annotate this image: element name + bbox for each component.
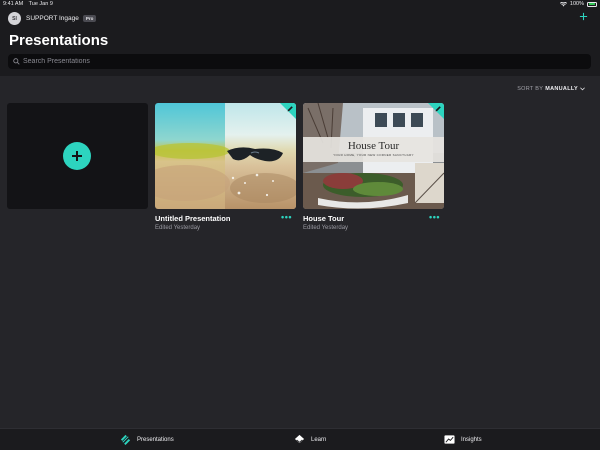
status-date: Tue Jan 9 [28,1,53,7]
chevron-down-icon [580,87,585,91]
sort-label: SORT BY [517,86,544,92]
status-time: 9:41 AM [3,1,24,7]
tab-label: Presentations [137,436,174,443]
plus-icon [579,12,587,21]
avatar: SI [8,12,21,25]
tab-presentations[interactable]: Presentations [120,434,174,445]
plan-badge: Pro [82,14,97,23]
pencil-icon[interactable] [286,105,294,113]
presentation-edited: Edited Yesterday [155,225,201,231]
sort-control[interactable]: SORT BY MANUALLY [517,86,585,92]
slide-subtitle: YOUR HOME, YOUR NEW CORNER SANCTUARY [333,153,414,157]
battery-icon [587,1,597,7]
battery-percent: 100% [569,1,584,7]
tab-learn[interactable]: Learn [294,434,326,445]
account-switcher[interactable]: SI SUPPORT Ingage Pro [8,12,97,25]
tab-label: Insights [461,436,482,443]
search-input[interactable] [23,58,591,65]
presentations-icon [120,434,131,445]
plus-icon [72,151,82,161]
new-presentation-card[interactable] [7,103,148,209]
wifi-icon [559,1,567,6]
search-bar[interactable] [8,54,591,69]
presentation-thumbnail[interactable]: House Tour YOUR HOME, YOUR NEW CORNER SA… [303,103,444,209]
presentation-thumbnail[interactable] [155,103,296,209]
header: SI SUPPORT Ingage Pro Presentations [0,9,600,76]
new-presentation-button[interactable] [63,142,91,170]
status-bar: 9:41 AM Tue Jan 9 100% [0,0,600,9]
slide-title-banner: House Tour YOUR HOME, YOUR NEW CORNER SA… [303,137,444,162]
presentation-title[interactable]: House Tour [303,214,444,223]
learn-icon [294,434,305,444]
slide-title: House Tour [347,140,400,152]
insights-icon [444,435,455,444]
tab-insights[interactable]: Insights [444,434,482,445]
add-presentation-button[interactable] [578,12,588,22]
beach-sunglasses-photo [155,103,296,209]
sort-value: MANUALLY [545,86,578,92]
more-options-icon[interactable]: ••• [429,213,440,222]
presentation-info: Untitled Presentation Edited Yesterday •… [155,213,296,232]
tab-label: Learn [311,436,327,443]
app-window: 9:41 AM Tue Jan 9 100% SI SUPPORT Ingage… [0,0,600,450]
tab-bar: Presentations Learn Insights [0,428,600,450]
more-options-icon[interactable]: ••• [281,213,292,222]
page-title: Presentations [9,32,109,49]
pencil-icon[interactable] [434,105,442,113]
presentation-edited: Edited Yesterday [303,225,349,231]
presentation-title[interactable]: Untitled Presentation [155,214,296,223]
search-icon [13,58,20,65]
account-name: SUPPORT Ingage [26,15,79,22]
presentation-info: House Tour Edited Yesterday ••• [303,213,444,232]
